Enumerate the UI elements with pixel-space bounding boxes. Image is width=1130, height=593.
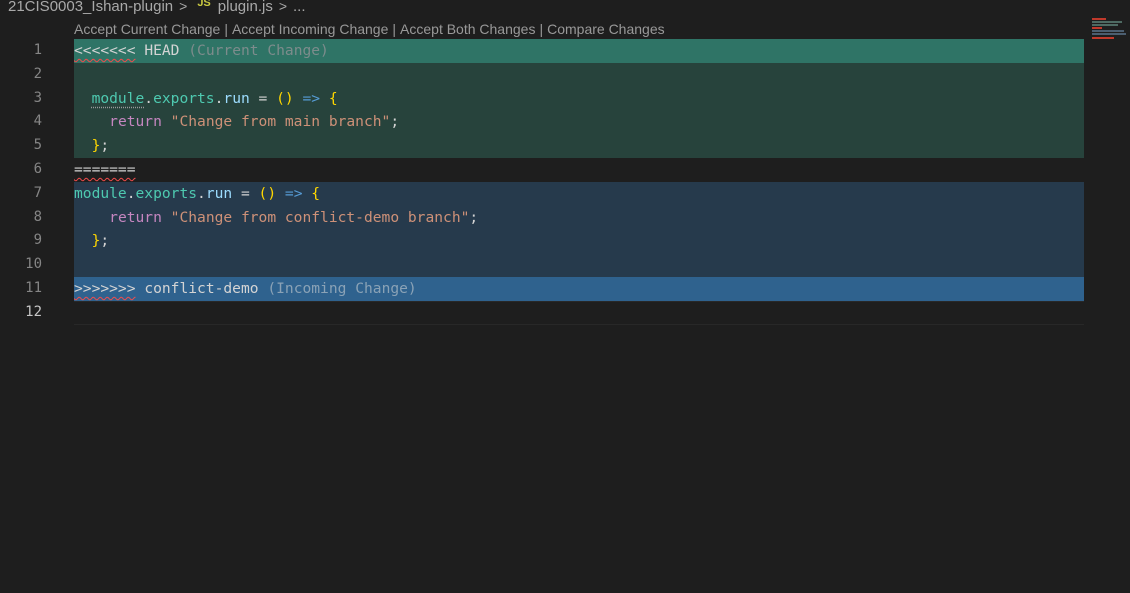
- code-token: (): [258, 184, 277, 202]
- code-token: module: [74, 184, 127, 202]
- minimap-line: [1092, 24, 1118, 26]
- code-token: "Change from main branch": [170, 113, 391, 131]
- line-number: 6: [33, 160, 42, 177]
- line-number: 10: [25, 256, 42, 273]
- code-token: (): [276, 89, 294, 107]
- breadcrumb-more[interactable]: ...: [293, 0, 306, 15]
- breadcrumb: 21CIS0003_Ishan-plugin > JS plugin.js > …: [8, 0, 306, 15]
- head-label: HEAD: [144, 42, 180, 59]
- current-change-line[interactable]: module.exports.run = () => {: [74, 86, 1084, 111]
- current-change-header[interactable]: <<<<<<< HEAD (Current Change): [74, 39, 1084, 63]
- merge-conflict-codelens: Accept Current Change | Accept Incoming Ch…: [74, 21, 665, 39]
- line-number: 9: [33, 232, 42, 249]
- line-number: 11: [25, 279, 42, 296]
- editor-line[interactable]: 7 module.exports.run = () => {: [0, 181, 1084, 206]
- current-change-line[interactable]: [74, 62, 1084, 87]
- code-token: =: [232, 184, 259, 202]
- code-token: .: [126, 184, 136, 202]
- code-token: .: [197, 184, 206, 202]
- code-token: =>: [293, 89, 329, 107]
- code-token: =: [249, 89, 277, 107]
- editor-line[interactable]: 9 };: [0, 229, 1084, 254]
- code-token: {: [311, 184, 321, 202]
- line-number: 8: [33, 208, 42, 225]
- incoming-change-hint: (Incoming Change): [267, 279, 417, 297]
- accept-incoming-change-link[interactable]: Accept Incoming Change: [232, 21, 388, 37]
- editor-line[interactable]: 8 return "Change from conflict-demo bran…: [0, 205, 1084, 230]
- line-number: 5: [33, 137, 42, 154]
- current-change-line[interactable]: return "Change from main branch";: [74, 110, 1084, 135]
- incoming-change-line[interactable]: };: [74, 229, 1084, 254]
- minimap-line: [1092, 37, 1114, 39]
- editor-line[interactable]: 3 module.exports.run = () => {: [0, 86, 1084, 111]
- current-change-hint: (Current Change): [188, 42, 329, 59]
- current-change-line[interactable]: };: [74, 134, 1084, 158]
- incoming-change-line[interactable]: module.exports.run = () => {: [74, 181, 1084, 206]
- chevron-right-icon: >: [278, 0, 288, 14]
- breadcrumb-file[interactable]: plugin.js: [218, 0, 273, 15]
- editor-line[interactable]: 10: [0, 253, 1084, 277]
- code-token: return: [109, 208, 162, 226]
- current-cursor-line[interactable]: [74, 300, 1084, 325]
- codelens-separator: |: [539, 21, 544, 37]
- code-token: ;: [469, 208, 479, 226]
- editor-line[interactable]: 12: [0, 300, 1084, 325]
- minimap-line: [1092, 27, 1102, 29]
- branch-label: conflict-demo: [144, 279, 259, 297]
- editor-line[interactable]: 11 >>>>>>> conflict-demo (Incoming Chang…: [0, 276, 1084, 301]
- code-editor[interactable]: 1 <<<<<<< HEAD (Current Change) 2 3 modu…: [0, 39, 1084, 325]
- codelens-separator: |: [392, 21, 397, 37]
- incoming-change-line[interactable]: return "Change from conflict-demo branch…: [74, 205, 1084, 230]
- conflict-separator-marker: =======: [74, 160, 136, 178]
- code-token: {: [328, 89, 338, 107]
- incoming-change-line[interactable]: [74, 253, 1084, 277]
- code-token: run: [205, 184, 233, 202]
- incoming-change-header[interactable]: >>>>>>> conflict-demo (Incoming Change): [74, 276, 1084, 301]
- code-token: ;: [100, 137, 110, 155]
- code-token: =>: [276, 184, 312, 202]
- minimap-line: [1092, 33, 1126, 35]
- accept-current-change-link[interactable]: Accept Current Change: [74, 21, 220, 37]
- code-token: ;: [100, 232, 110, 250]
- conflict-end-marker: >>>>>>>: [74, 279, 136, 297]
- codelens-separator: |: [224, 21, 228, 37]
- minimap-line: [1092, 21, 1122, 23]
- code-token: module: [91, 89, 145, 107]
- conflict-separator-line[interactable]: =======: [74, 158, 1084, 182]
- code-token: .: [144, 89, 154, 107]
- javascript-file-icon: JS: [197, 0, 211, 9]
- editor-line[interactable]: 5 };: [0, 134, 1084, 158]
- accept-both-changes-link[interactable]: Accept Both Changes: [400, 21, 535, 37]
- conflict-start-marker: <<<<<<<: [74, 42, 136, 59]
- code-token: ;: [390, 113, 400, 131]
- code-token: exports: [135, 184, 198, 202]
- minimap-line: [1092, 18, 1106, 20]
- code-token: run: [223, 89, 250, 107]
- compare-changes-link[interactable]: Compare Changes: [547, 21, 665, 37]
- line-number: 7: [33, 184, 42, 201]
- chevron-right-icon: >: [179, 0, 188, 14]
- editor-line[interactable]: 2: [0, 62, 1084, 87]
- code-token: "Change from conflict-demo branch": [170, 208, 470, 226]
- code-token: exports: [153, 89, 215, 107]
- line-number: 3: [33, 89, 42, 106]
- line-number: 1: [33, 42, 42, 58]
- code-token: return: [109, 113, 162, 131]
- editor-line[interactable]: 1 <<<<<<< HEAD (Current Change): [0, 39, 1084, 63]
- line-number: 4: [33, 113, 42, 130]
- line-number: 2: [33, 65, 42, 82]
- breadcrumb-folder[interactable]: 21CIS0003_Ishan-plugin: [8, 0, 173, 15]
- editor-line[interactable]: 6 =======: [0, 158, 1084, 182]
- minimap[interactable]: [1092, 18, 1130, 42]
- minimap-line: [1092, 30, 1124, 32]
- line-number: 12: [25, 303, 42, 320]
- editor-line[interactable]: 4 return "Change from main branch";: [0, 110, 1084, 135]
